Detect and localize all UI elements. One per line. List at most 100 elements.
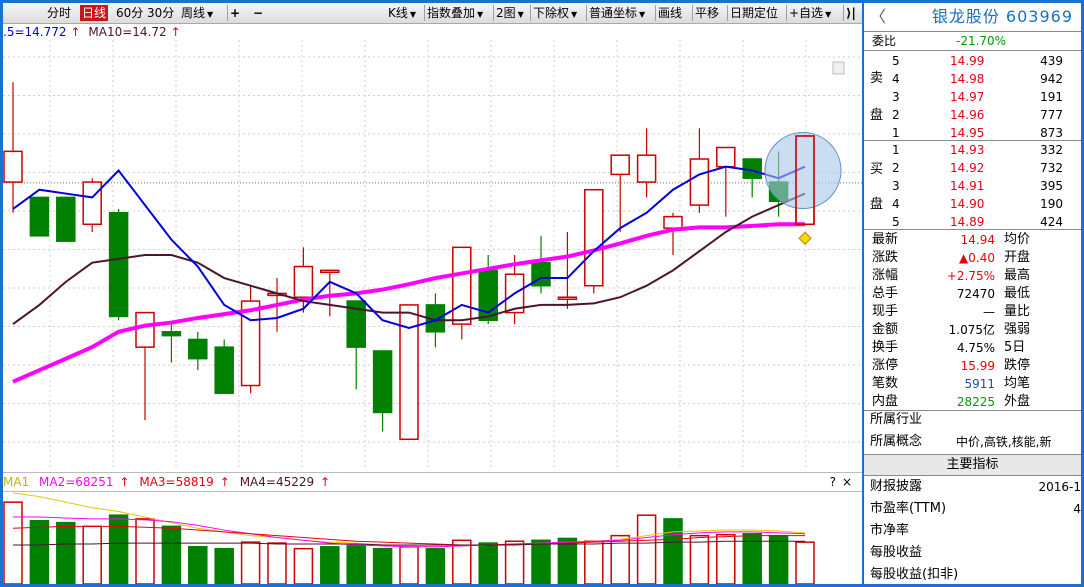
quote-value: +2.75% [946,269,995,283]
kline-dropdown[interactable]: K线 ▼ [386,5,418,21]
bid-row[interactable]: 1 14.93 332 [864,141,1081,159]
volume-bar [267,542,287,584]
weibi-value: -21.70% [956,34,1007,48]
bid-level: 3 [892,179,900,193]
ex-rights-label: 下除权 [533,6,570,20]
ask-row[interactable]: 5 14.99 439 [864,52,1081,70]
quote-value: 72470 [956,287,995,301]
zoom-out-button[interactable]: − [251,5,265,21]
quote-value: — [983,305,995,319]
volume-bar [320,546,340,584]
candle-body [689,158,710,206]
quote-label-2: 跌停 [1004,358,1031,373]
quote-row: 涨幅 +2.75% 最高 [864,267,1081,285]
help-button[interactable]: ? [830,473,836,491]
bid-volume: 732 [1040,161,1063,175]
volume-legend: MA1 MA2=68251 ↑ MA3=58819 ↑ MA4=45229 ↑ ? × [3,472,862,492]
quote-row: 现手 — 量比 [864,303,1081,321]
tab-intraday[interactable]: 分时 [45,5,73,21]
ask-row[interactable]: 3 14.97 191 [864,88,1081,106]
bid-row[interactable]: 2 14.92 732 [864,159,1081,177]
volume-bar [240,541,261,584]
volume-bar [504,540,525,584]
candle-body [663,215,683,229]
bid-row[interactable]: 4 14.90 190 [864,195,1081,213]
back-arrow-icon[interactable]: 〈 [870,3,886,31]
ask-level: 5 [892,54,900,68]
candle-body [610,154,630,176]
candle-body [108,212,129,318]
indicator-label: 市净率 [870,523,910,538]
stock-title: 银龙股份 603969 [931,7,1073,26]
diamond-marker-icon [798,231,812,245]
chevron-down-icon: ▼ [477,10,484,19]
quote-label: 总手 [872,286,899,301]
main-indicators-header[interactable]: 主要指标 [864,454,1081,476]
weibi-label: 委比 [872,34,897,48]
two-chart-dropdown[interactable]: 2图 ▼ [493,5,526,21]
candle-body [82,181,102,226]
tab-30min[interactable]: 30分 [145,5,176,21]
candle-body [293,265,314,298]
bid-level: 1 [892,143,900,157]
ask-level: 2 [892,108,900,122]
candle-body [188,338,208,360]
volume-bar [689,534,710,584]
ma3-label: MA3=58819 [139,475,214,489]
bid-price: 14.92 [950,161,985,175]
quote-label-2: 均笔 [1004,376,1031,391]
quote-row: 涨跌 ▲0.40 开盘 [864,249,1081,267]
concept-value: 中价,高铁,核能,新 [956,435,1052,449]
quote-label-2: 最高 [1004,268,1031,283]
quote-value: 15.99 [960,359,995,373]
tab-daily[interactable]: 日线 [80,5,109,21]
tab-60min[interactable]: 60分 [114,5,145,21]
ask-level: 3 [892,90,900,104]
quote-value: 14.94 [960,233,995,247]
ex-rights-dropdown[interactable]: 下除权 ▼ [530,5,579,21]
weibi-row: 委比 -21.70% [864,32,1081,50]
up-arrow-icon: ↑ [170,25,181,39]
bid-row[interactable]: 3 14.91 395 [864,177,1081,195]
candlestick-chart[interactable] [3,40,862,470]
stock-header: 〈 银龙股份 603969 [864,3,1081,32]
ask-volume: 191 [1040,90,1063,104]
kline-label: K线 [388,6,408,20]
bid-price: 14.90 [950,197,985,211]
collapse-panel-icon[interactable]: ⟩| [843,5,858,21]
ask-price: 14.99 [950,54,985,68]
close-button[interactable]: × [842,473,852,491]
up-arrow-icon: ↑ [219,475,230,489]
ma-legend: .5=14.772 ↑ MA10=14.72 ↑ [3,24,185,40]
ask-volume: 942 [1040,72,1063,86]
draw-line-button[interactable]: 画线 [655,5,684,21]
watchlist-dropdown[interactable]: +自选 ▼ [786,5,833,21]
bid-volume: 395 [1040,179,1063,193]
date-locate-button[interactable]: 日期定位 [727,5,780,21]
lock-icon [832,61,845,75]
quote-label: 换手 [872,340,899,355]
coordinate-dropdown[interactable]: 普通坐标 ▼ [586,5,647,21]
candle-body [29,196,50,237]
chevron-down-icon: ▼ [517,10,524,19]
index-overlay-dropdown[interactable]: 指数叠加 ▼ [424,5,485,21]
volume-bar [108,514,129,584]
ask-row[interactable]: 4 14.98 942 [864,70,1081,88]
quote-label-2: 最低 [1004,286,1031,301]
indicator-label: 每股收益(扣非) [870,567,959,582]
quote-label-2: 开盘 [1004,250,1031,265]
quote-value: ▲0.40 [959,251,995,265]
tab-weekly-dropdown[interactable]: 周线 ▼ [179,5,215,21]
ma5-line [12,165,806,329]
volume-bar [768,534,789,584]
quote-row: 涨停 15.99 跌停 [864,357,1081,375]
pan-button[interactable]: 平移 [692,5,721,21]
quote-label-2: 外盘 [1004,394,1031,409]
ask-row[interactable]: 2 14.96 777 [864,106,1081,124]
zoom-in-button[interactable]: + [227,5,242,21]
volume-bar [135,518,155,584]
bid-volume: 190 [1040,197,1063,211]
volume-bar [346,545,366,584]
volume-bar [584,540,604,584]
volume-chart[interactable] [3,491,862,584]
